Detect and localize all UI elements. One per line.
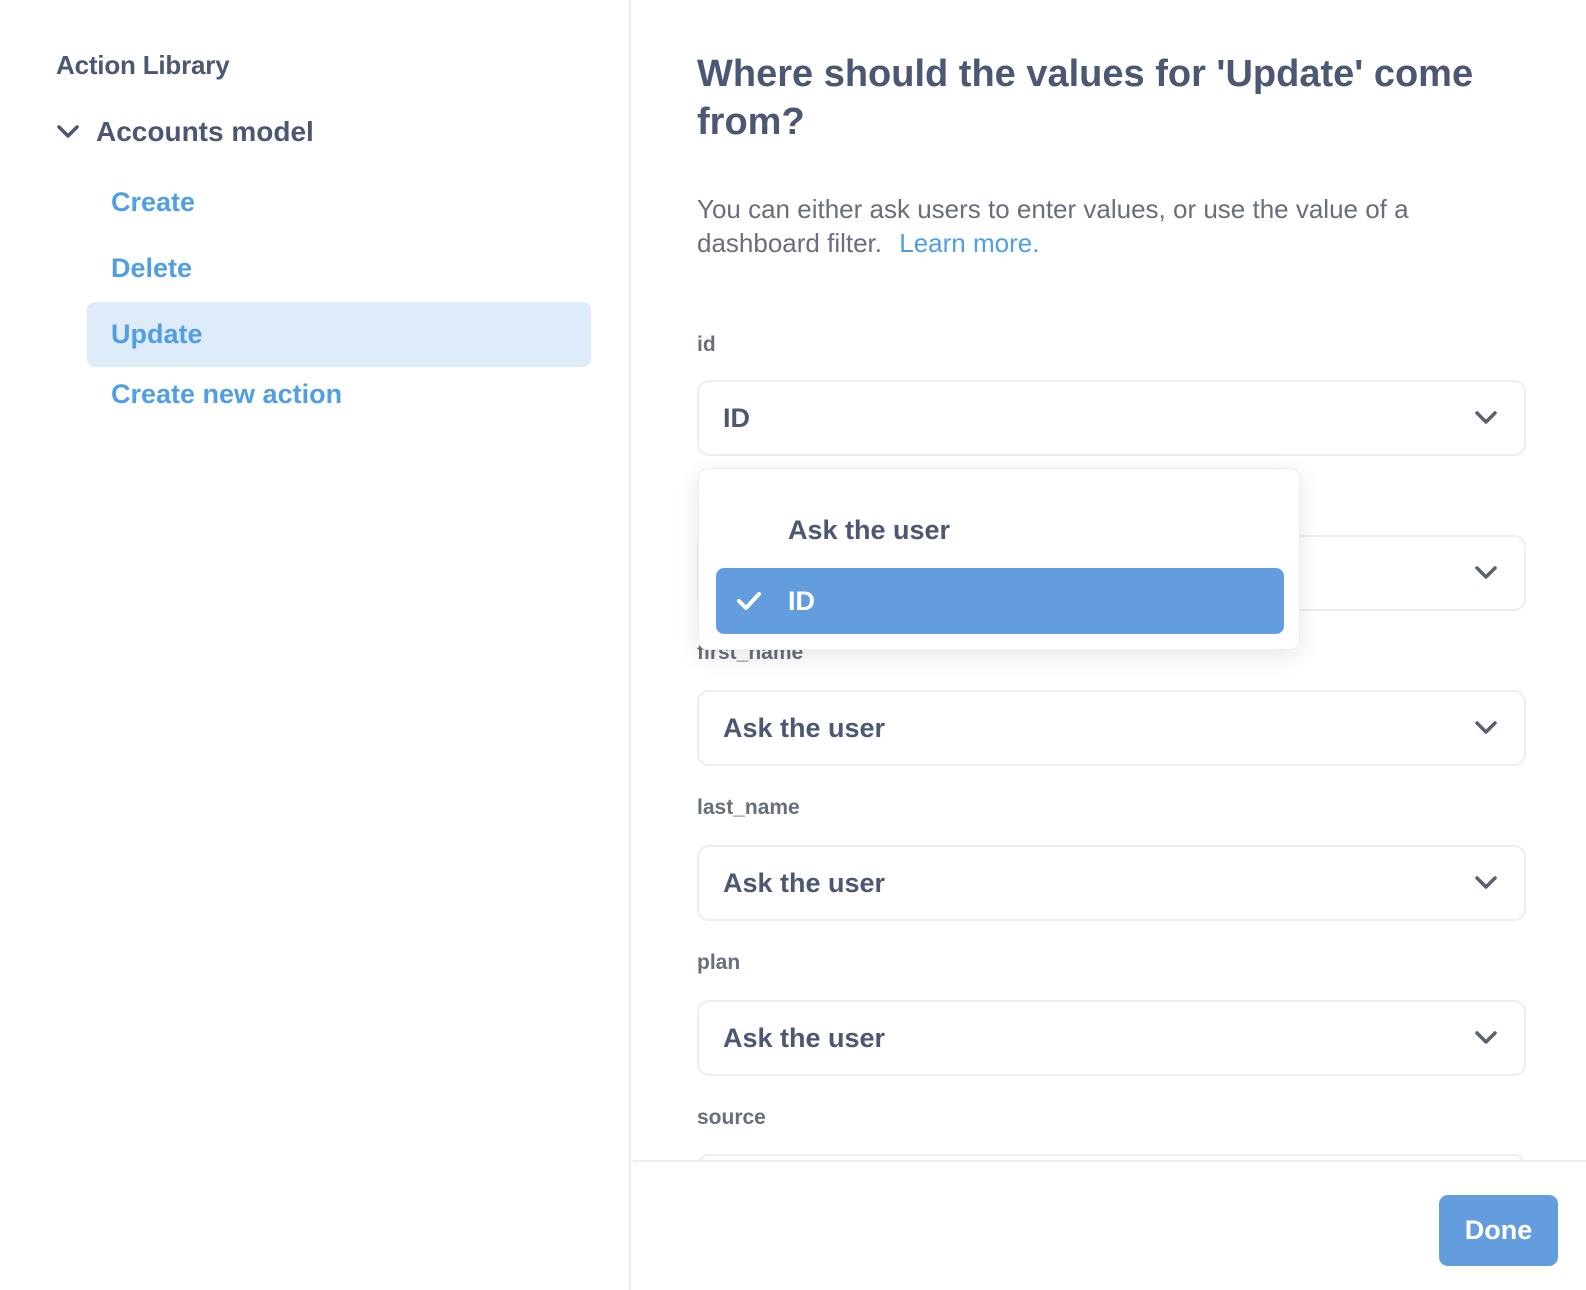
done-button[interactable]: Done: [1439, 1195, 1558, 1266]
dropdown-option-ask-the-user[interactable]: Ask the user: [716, 497, 1284, 563]
description: You can either ask users to enter values…: [697, 192, 1457, 260]
sidebar-action-update[interactable]: Update: [87, 302, 591, 367]
check-icon: [736, 591, 766, 611]
select-value: Ask the user: [723, 1022, 886, 1053]
field-label-id: id: [697, 333, 716, 356]
description-text: You can either ask users to enter values…: [697, 194, 1409, 258]
select-value: Ask the user: [723, 867, 886, 898]
chevron-down-icon: [56, 120, 80, 144]
field-label-last-name: last_name: [697, 796, 800, 819]
source-dropdown-menu: Ask the user ID: [698, 468, 1300, 650]
chevron-down-icon: [1474, 716, 1498, 740]
dropdown-option-id[interactable]: ID: [716, 568, 1284, 634]
field-label-plan: plan: [697, 951, 741, 974]
select-plan[interactable]: Ask the user: [697, 1000, 1526, 1076]
select-last-name[interactable]: Ask the user: [697, 845, 1526, 921]
modal-footer: Done: [633, 1160, 1586, 1290]
chevron-down-icon: [1474, 1026, 1498, 1050]
learn-more-link[interactable]: Learn more.: [899, 228, 1039, 258]
model-label: Accounts model: [96, 116, 314, 147]
sidebar-action-delete[interactable]: Delete: [87, 236, 591, 301]
field-label-source: source: [697, 1106, 766, 1129]
model-toggle-accounts[interactable]: Accounts model: [56, 116, 314, 148]
select-id[interactable]: ID: [697, 380, 1526, 456]
action-library-sidebar: Action Library Accounts model Create Del…: [0, 0, 631, 1290]
action-parameter-mapping-modal: Action Library Accounts model Create Del…: [0, 0, 1586, 1290]
sidebar-title: Action Library: [56, 50, 230, 80]
sidebar-action-create[interactable]: Create: [87, 170, 591, 235]
chevron-down-icon: [1474, 871, 1498, 895]
option-label: Ask the user: [788, 514, 951, 545]
select-value: Ask the user: [723, 712, 886, 743]
chevron-down-icon: [1474, 406, 1498, 430]
select-value: ID: [723, 402, 750, 433]
chevron-down-icon: [1474, 561, 1498, 585]
sidebar-action-create-new[interactable]: Create new action: [87, 362, 591, 427]
option-label: ID: [788, 585, 815, 616]
select-first-name[interactable]: Ask the user: [697, 690, 1526, 766]
page-title: Where should the values for 'Update' com…: [697, 53, 1474, 143]
